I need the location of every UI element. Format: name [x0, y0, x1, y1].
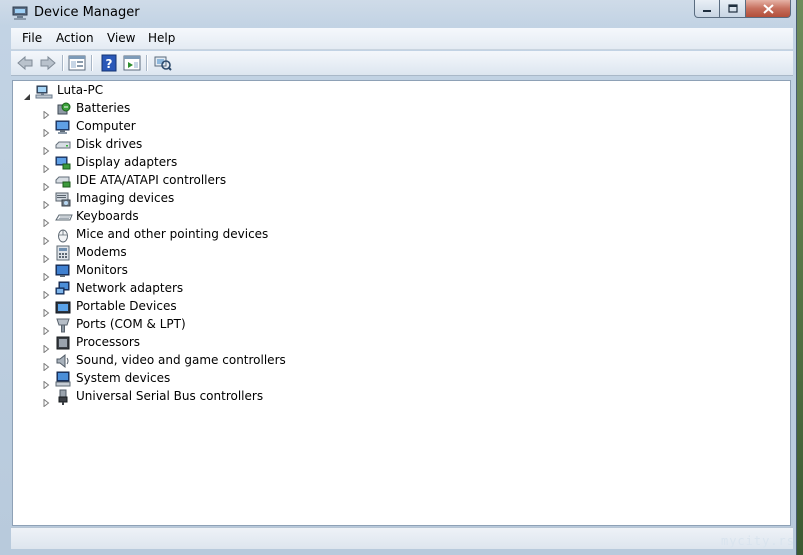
toolbar: ? — [11, 51, 793, 76]
expand-arrow-icon[interactable] — [42, 180, 50, 192]
tree-item-label: Computer — [76, 119, 136, 133]
window-title: Device Manager — [34, 5, 140, 20]
tree-item-label: System devices — [76, 371, 171, 385]
processor-icon — [55, 335, 71, 351]
system-device-icon — [55, 371, 71, 387]
display-adapter-icon — [55, 155, 71, 171]
expand-arrow-icon[interactable] — [42, 234, 50, 246]
toolbar-separator — [62, 55, 64, 71]
toolbar-separator — [146, 55, 148, 71]
expand-arrow-icon[interactable] — [42, 198, 50, 210]
usb-icon — [55, 389, 71, 405]
tree-item-label: Modems — [76, 245, 127, 259]
forward-arrow-icon[interactable] — [39, 54, 57, 72]
monitor-icon — [55, 263, 71, 279]
expand-arrow-icon[interactable] — [42, 144, 50, 156]
disk-drive-icon — [55, 137, 71, 153]
watermark: mycity.rs — [720, 534, 795, 548]
speaker-icon — [55, 353, 71, 369]
battery-icon — [55, 101, 71, 117]
expand-arrow-icon[interactable] — [42, 396, 50, 408]
expand-arrow-icon[interactable] — [42, 126, 50, 138]
camera-icon — [55, 191, 71, 207]
portable-device-icon — [55, 299, 71, 315]
tree-item-label: Display adapters — [76, 155, 178, 169]
expand-arrow-icon[interactable] — [42, 270, 50, 282]
expand-arrow-icon[interactable] — [42, 324, 50, 336]
expand-arrow-icon[interactable] — [42, 162, 50, 174]
tree-item-label: Processors — [76, 335, 141, 349]
tree-item-label: IDE ATA/ATAPI controllers — [76, 173, 227, 187]
expand-arrow-icon[interactable] — [42, 360, 50, 372]
device-manager-window: Device Manager File Action View Help ? L… — [0, 0, 797, 555]
minimize-button[interactable] — [694, 0, 720, 18]
keyboard-icon — [55, 209, 73, 225]
computer-icon — [35, 84, 53, 100]
expand-arrow-icon[interactable] — [42, 288, 50, 300]
menu-bar: File Action View Help — [11, 28, 793, 50]
show-hide-console-tree-icon[interactable] — [68, 54, 86, 72]
tree-item-label: Imaging devices — [76, 191, 175, 205]
expand-arrow-icon[interactable] — [42, 378, 50, 390]
svg-text:?: ? — [106, 57, 113, 71]
tree-item-label: Ports (COM & LPT) — [76, 317, 186, 331]
tree-item-label: Batteries — [76, 101, 131, 115]
expand-arrow-icon[interactable] — [42, 306, 50, 318]
tree-item-label: Monitors — [76, 263, 128, 277]
back-arrow-icon[interactable] — [16, 54, 34, 72]
tree-item-label: Keyboards — [76, 209, 139, 223]
tree-item-label: Portable Devices — [76, 299, 177, 313]
scan-hardware-changes-icon[interactable] — [154, 54, 172, 72]
tree-item-label: Disk drives — [76, 137, 143, 151]
ide-controller-icon — [55, 173, 71, 189]
port-icon — [55, 317, 71, 333]
expand-arrow-icon[interactable] — [42, 252, 50, 264]
toolbar-separator — [91, 55, 93, 71]
network-adapter-icon — [55, 281, 71, 297]
menu-help[interactable]: Help — [148, 31, 175, 45]
help-icon[interactable]: ? — [100, 54, 118, 72]
menu-view[interactable]: View — [107, 31, 135, 45]
menu-file[interactable]: File — [22, 31, 42, 45]
close-icon — [762, 3, 774, 14]
modem-icon — [55, 245, 71, 261]
tree-item-label: Sound, video and game controllers — [76, 353, 286, 367]
device-tree[interactable]: Luta-PC Batteries Computer Disk drives D… — [12, 80, 791, 526]
menu-action[interactable]: Action — [56, 31, 94, 45]
expand-arrow-icon[interactable] — [42, 108, 50, 120]
maximize-icon — [727, 4, 738, 13]
maximize-button[interactable] — [720, 0, 746, 18]
tree-item-label: Universal Serial Bus controllers — [76, 389, 264, 403]
close-button[interactable] — [746, 0, 791, 18]
device-manager-icon — [12, 6, 28, 20]
expand-arrow-icon[interactable] — [42, 342, 50, 354]
properties-icon[interactable] — [123, 54, 141, 72]
expand-arrow-icon[interactable] — [42, 216, 50, 228]
mouse-icon — [55, 227, 71, 243]
collapse-arrow-icon[interactable] — [23, 90, 31, 100]
tree-root-label[interactable]: Luta-PC — [57, 83, 103, 97]
status-bar — [11, 527, 793, 549]
title-bar[interactable]: Device Manager — [0, 0, 797, 27]
tree-item-label: Mice and other pointing devices — [76, 227, 269, 241]
computer-icon — [55, 119, 71, 135]
minimize-icon — [703, 9, 711, 12]
tree-item-label: Network adapters — [76, 281, 184, 295]
